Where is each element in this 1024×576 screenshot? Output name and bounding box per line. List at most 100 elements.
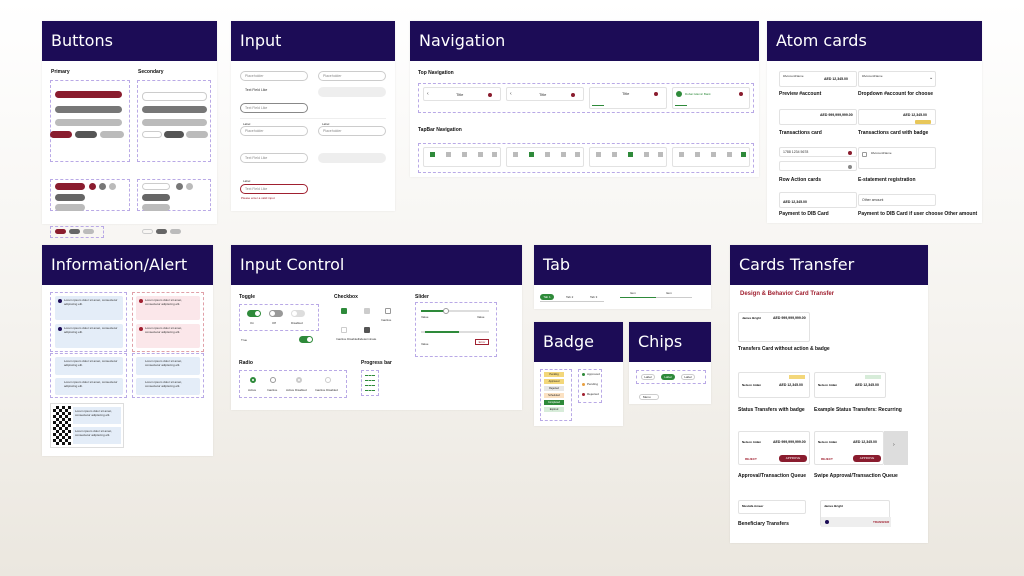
home-icon[interactable]	[596, 152, 601, 157]
copy-icon[interactable]	[848, 151, 852, 155]
primary-button-hover[interactable]	[55, 106, 122, 113]
chip[interactable]: Label	[641, 374, 655, 380]
slider-thumb[interactable]	[443, 308, 449, 314]
primary-small-button-disabled[interactable]	[100, 131, 124, 138]
placeholder-input[interactable]: Placeholder	[240, 71, 308, 81]
tab-item[interactable]: Item	[666, 291, 672, 295]
focused-input[interactable]: Text Field Like	[240, 103, 308, 113]
transfers-icon[interactable]	[462, 152, 467, 157]
home-icon[interactable]	[430, 152, 435, 157]
accounts-icon[interactable]	[529, 152, 534, 157]
home-icon[interactable]	[513, 152, 518, 157]
primary-small-button-dark[interactable]	[75, 131, 97, 138]
primary-compact-button-dark[interactable]	[55, 194, 85, 201]
secondary-small-button-disabled[interactable]	[186, 131, 208, 138]
approve-button[interactable]: APPROVE	[853, 455, 881, 462]
transfers-icon[interactable]	[628, 152, 633, 157]
accounts-icon[interactable]	[446, 152, 451, 157]
tiny-button[interactable]	[142, 229, 153, 234]
home-icon[interactable]	[679, 152, 684, 157]
tiny-button[interactable]	[170, 229, 181, 234]
primary-button[interactable]	[55, 91, 122, 98]
cards-icon[interactable]	[644, 152, 649, 157]
chevron-down-icon[interactable]: ⌄	[929, 75, 933, 81]
notification-icon[interactable]	[571, 93, 575, 97]
tab-item[interactable]: Tab 3	[590, 295, 597, 299]
tiny-button[interactable]	[55, 229, 66, 234]
placeholder-input-alt[interactable]: Placeholder	[318, 71, 386, 81]
transfers-icon[interactable]	[545, 152, 550, 157]
chip-dropdown[interactable]: Menu	[639, 394, 659, 400]
beneficiary-card[interactable]: Mustafa Ameer	[738, 500, 806, 514]
transactions-card[interactable]: AED 999,999,999.00	[779, 109, 857, 125]
checkbox-indeterminate[interactable]	[364, 327, 370, 333]
toggle-on[interactable]	[247, 310, 261, 317]
approval-queue-card[interactable]: Nelson Aidan AED 999,999,999.00 REJECT A…	[738, 431, 810, 465]
tiny-button[interactable]	[69, 229, 80, 234]
slider-track-range[interactable]	[421, 331, 489, 333]
notification-icon[interactable]	[654, 92, 658, 96]
primary-small-button[interactable]	[50, 131, 72, 138]
primary-button-disabled[interactable]	[55, 119, 122, 126]
transfer-action-button[interactable]: TRANSFER	[873, 520, 889, 524]
back-icon[interactable]: ‹	[427, 91, 429, 97]
checkbox-unchecked[interactable]	[385, 308, 391, 314]
tiny-button[interactable]	[83, 229, 94, 234]
secondary-compact-button-disabled[interactable]	[142, 204, 170, 211]
approve-button[interactable]: APPROVE	[779, 455, 807, 462]
secondary-compact-button[interactable]	[142, 183, 170, 190]
chip[interactable]: Label	[681, 374, 695, 380]
preview-account-card[interactable]: #AccountName AED 12,345.00	[779, 71, 857, 87]
payment-dib-card[interactable]: AED 12,345.00	[779, 192, 857, 208]
cards-icon[interactable]	[561, 152, 566, 157]
recurring-transfer-card[interactable]: Nelson Aidan AED 12,345.00	[814, 372, 886, 398]
transactions-card-badge[interactable]: AED 12,345.00	[858, 109, 936, 125]
tab-item[interactable]: Tab 2	[566, 295, 573, 299]
swipe-action-area[interactable]: ›	[884, 431, 908, 465]
more-icon[interactable]	[575, 152, 580, 157]
swipe-arrow-icon[interactable]: ›	[893, 442, 895, 448]
notification-icon[interactable]	[739, 92, 743, 96]
row-action-card[interactable]: 1788 1234 5678	[779, 147, 857, 157]
cards-icon[interactable]	[727, 152, 732, 157]
reject-button[interactable]: REJECT	[821, 457, 833, 461]
accounts-icon[interactable]	[695, 152, 700, 157]
checkbox[interactable]	[862, 152, 867, 157]
labeled-input[interactable]: Placeholder	[240, 126, 308, 136]
primary-compact-button-disabled[interactable]	[55, 204, 85, 211]
other-amount-input[interactable]: Other amount	[858, 194, 936, 206]
cards-icon[interactable]	[478, 152, 483, 157]
eye-icon[interactable]	[848, 165, 852, 169]
tiny-button[interactable]	[156, 229, 167, 234]
back-icon[interactable]: ‹	[510, 91, 512, 97]
row-action-card-alt[interactable]	[779, 161, 857, 171]
radio-inactive[interactable]	[270, 377, 276, 383]
secondary-small-button-dark[interactable]	[164, 131, 184, 138]
reject-button[interactable]: REJECT	[745, 457, 757, 461]
status-transfer-card[interactable]: Nelson Aidan AED 12,345.00	[738, 372, 810, 398]
beneficiary-card-expanded[interactable]: James Bright TRANSFER	[820, 500, 891, 527]
labeled-input-filled[interactable]: Text Field Like	[240, 153, 308, 163]
checkbox-checked[interactable]	[341, 308, 347, 314]
tab-item[interactable]: Item	[630, 291, 636, 295]
dropdown-account-card[interactable]: #AccountName ⌄	[858, 71, 936, 87]
more-icon[interactable]	[658, 152, 663, 157]
toggle-off[interactable]	[269, 310, 283, 317]
secondary-small-button[interactable]	[142, 131, 162, 138]
toggle-true[interactable]	[299, 336, 313, 343]
radio-active[interactable]	[250, 377, 256, 383]
secondary-button-disabled[interactable]	[142, 119, 207, 126]
tab-active[interactable]: Tab 1	[540, 294, 554, 300]
more-icon[interactable]	[492, 152, 497, 157]
swipe-approval-card[interactable]: Nelson Aidan AED 12,345.00 REJECT APPROV…	[814, 431, 884, 465]
estatement-card[interactable]: #AccountName	[858, 147, 936, 169]
transfers-icon[interactable]	[711, 152, 716, 157]
primary-compact-button[interactable]	[55, 183, 85, 190]
transfer-card[interactable]: James Bright AED 999,999,999.00	[738, 312, 810, 342]
secondary-button-hover[interactable]	[142, 106, 207, 113]
error-input[interactable]: Text Field Like	[240, 184, 308, 194]
secondary-button[interactable]	[142, 92, 207, 101]
secondary-compact-button-dark[interactable]	[142, 194, 170, 201]
labeled-input[interactable]: Placeholder	[318, 126, 386, 136]
notification-icon[interactable]	[488, 93, 492, 97]
